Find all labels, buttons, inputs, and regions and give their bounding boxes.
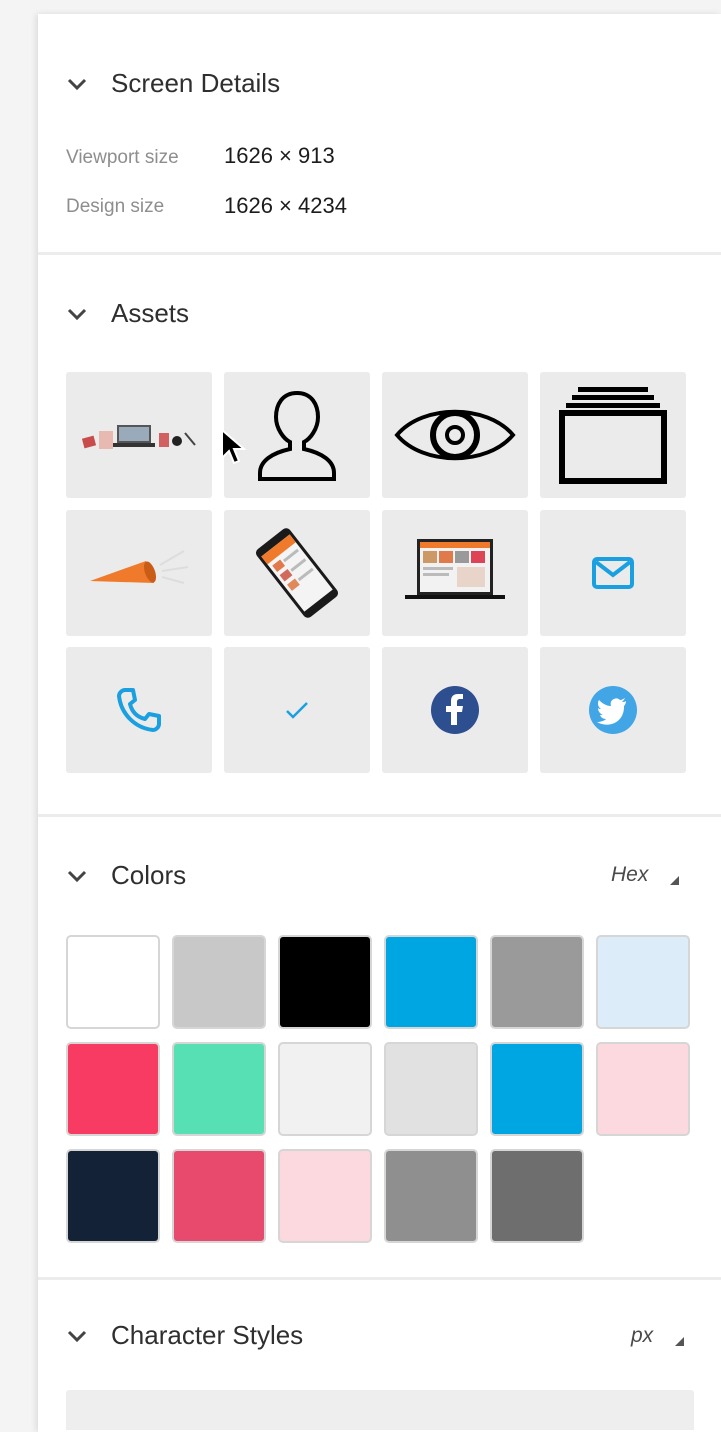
assets-header[interactable]: Assets — [66, 298, 189, 329]
facebook-icon — [431, 686, 479, 734]
character-style-card[interactable] — [66, 1390, 694, 1430]
color-swatch[interactable] — [490, 1149, 584, 1243]
section-title: Assets — [111, 298, 190, 328]
viewport-size-value: 1626 × 913 — [224, 143, 335, 168]
unit-dropdown[interactable]: px — [631, 1324, 685, 1348]
color-swatch[interactable] — [384, 1042, 478, 1136]
chevron-down-icon — [67, 1330, 87, 1342]
color-swatch[interactable] — [596, 1042, 690, 1136]
color-swatch[interactable] — [596, 935, 690, 1029]
asset-phone-mockup-image[interactable] — [224, 510, 370, 636]
user-icon — [258, 390, 336, 481]
asset-mail-icon[interactable] — [540, 510, 686, 636]
design-size-label: Design size — [66, 196, 165, 217]
megaphone-image — [90, 550, 189, 584]
color-swatch[interactable] — [278, 935, 372, 1029]
color-swatch[interactable] — [66, 1149, 160, 1243]
dropdown-triangle-icon — [670, 875, 680, 885]
laptop-mockup-image — [405, 539, 505, 599]
color-swatch[interactable] — [278, 1042, 372, 1136]
color-swatch[interactable] — [172, 1149, 266, 1243]
colors-section: Colors Hex — [38, 817, 721, 1280]
color-format-dropdown[interactable]: Hex — [611, 863, 680, 887]
checkmark-icon — [286, 702, 308, 719]
asset-twitter-icon[interactable] — [540, 647, 686, 773]
color-swatch[interactable] — [66, 935, 160, 1029]
chevron-down-icon — [67, 78, 87, 90]
color-swatch[interactable] — [384, 1149, 478, 1243]
section-title: Colors — [111, 860, 187, 890]
stacked-frames-icon — [559, 387, 667, 484]
chevron-down-icon — [67, 870, 87, 882]
asset-megaphone-image[interactable] — [66, 510, 212, 636]
phone-icon — [117, 688, 161, 732]
viewport-size-label: Viewport size — [66, 147, 179, 168]
section-title: Screen Details — [111, 68, 281, 98]
mail-icon — [592, 557, 634, 589]
color-swatch[interactable] — [66, 1042, 160, 1136]
color-swatch[interactable] — [278, 1149, 372, 1243]
color-swatch[interactable] — [172, 935, 266, 1029]
color-swatch[interactable] — [172, 1042, 266, 1136]
mouse-cursor-icon — [221, 428, 246, 465]
asset-checkmark-icon[interactable] — [224, 647, 370, 773]
colors-header[interactable]: Colors — [66, 860, 186, 891]
color-swatch[interactable] — [384, 935, 478, 1029]
dropdown-triangle-icon — [675, 1336, 685, 1346]
screen-details-section: Screen Details Viewport size 1626 × 913 … — [38, 14, 721, 255]
asset-eye-icon[interactable] — [382, 372, 528, 498]
assets-section: Assets — [38, 255, 721, 817]
character-styles-header[interactable]: Character Styles — [66, 1320, 303, 1351]
asset-phone-icon[interactable] — [66, 647, 212, 773]
inspect-panel: Screen Details Viewport size 1626 × 913 … — [38, 14, 721, 1432]
asset-laptop-mockup-image[interactable] — [382, 510, 528, 636]
color-swatch[interactable] — [490, 1042, 584, 1136]
asset-facebook-icon[interactable] — [382, 647, 528, 773]
phone-mockup-image — [255, 528, 339, 618]
chevron-down-icon — [67, 308, 87, 320]
unit-label: px — [631, 1324, 654, 1347]
twitter-icon — [589, 686, 637, 734]
eye-icon — [394, 409, 516, 461]
asset-stacked-frames-icon[interactable] — [540, 372, 686, 498]
desk-flatlay-image — [81, 425, 196, 449]
design-size-value: 1626 × 4234 — [224, 193, 347, 218]
screen-details-header[interactable]: Screen Details — [66, 68, 280, 99]
asset-desk-flatlay-image[interactable] — [66, 372, 212, 498]
section-title: Character Styles — [111, 1320, 304, 1350]
color-swatch[interactable] — [490, 935, 584, 1029]
color-format-label: Hex — [611, 863, 649, 886]
